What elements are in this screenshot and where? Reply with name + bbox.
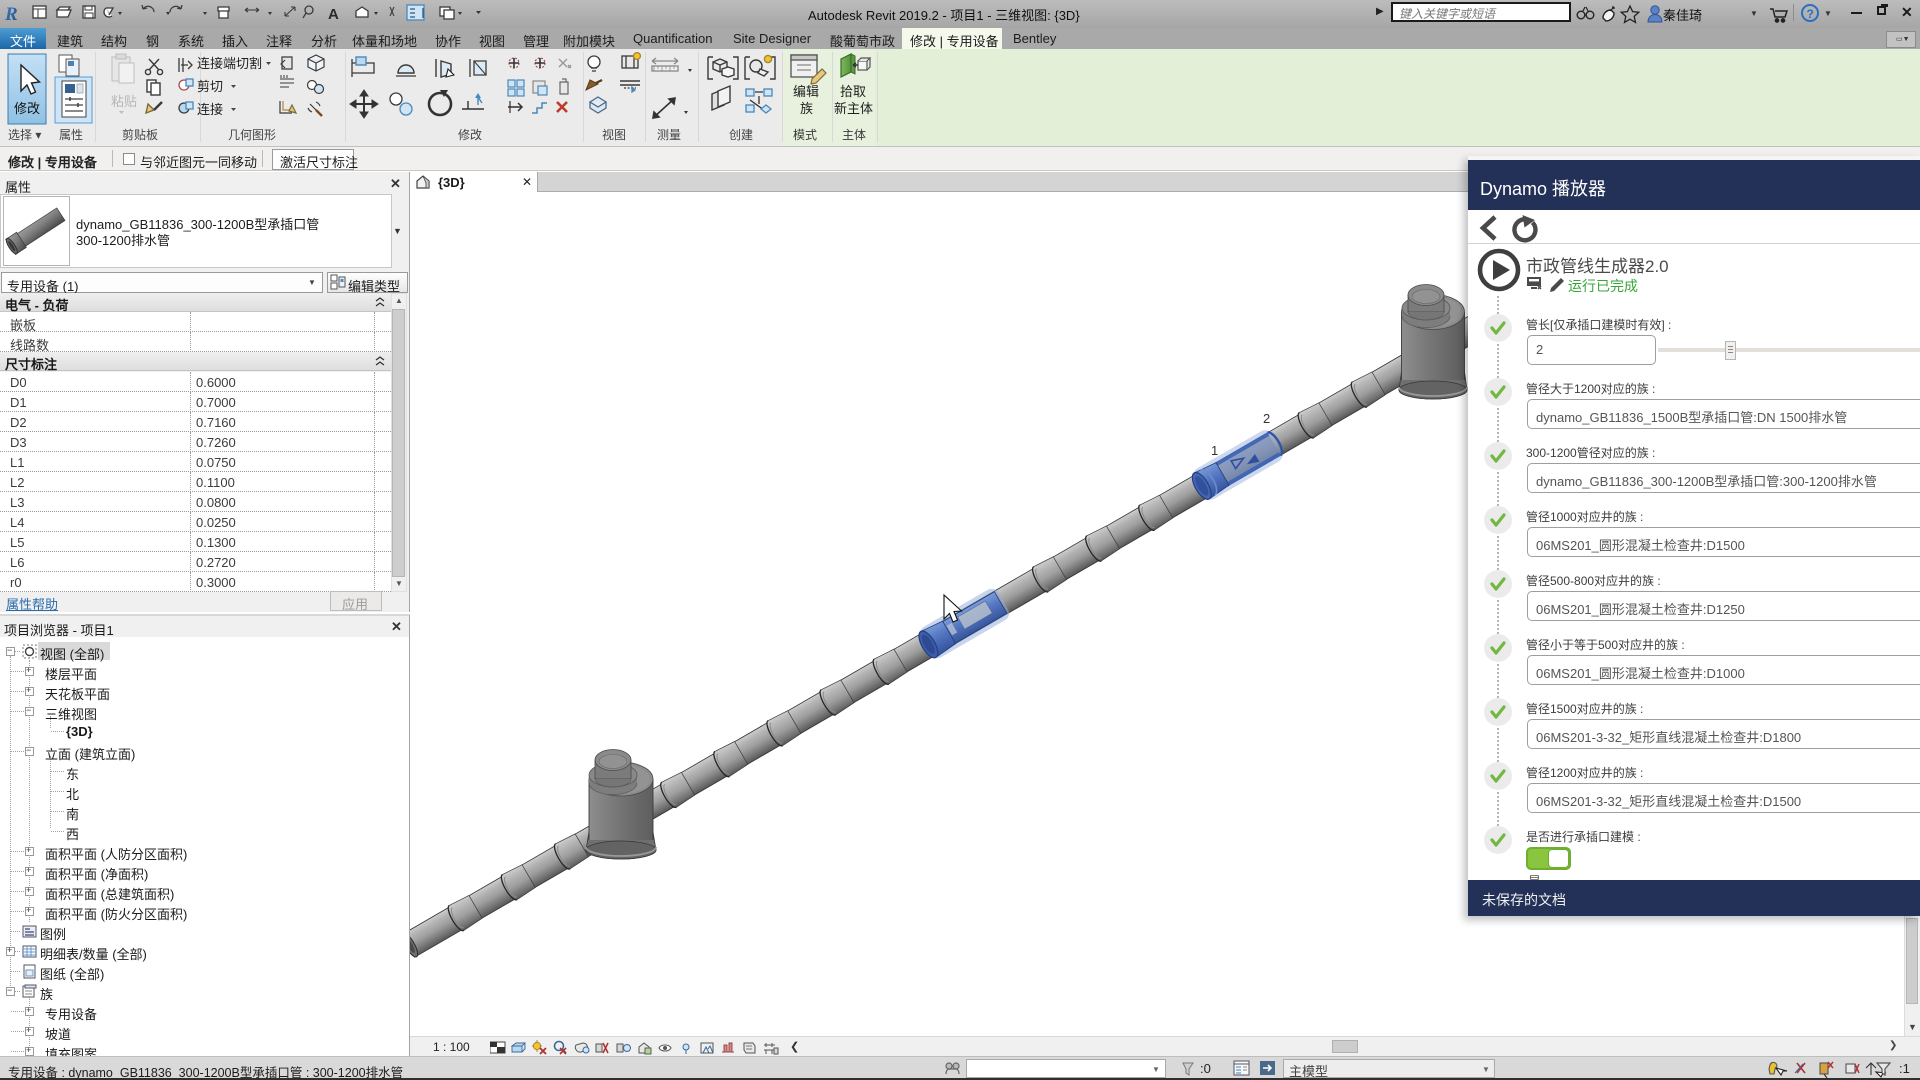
svg-text:剪切: 剪切 (197, 79, 223, 94)
svg-text:R: R (4, 4, 18, 25)
svg-text:拾取: 拾取 (840, 84, 866, 99)
svg-text:连接端切割: 连接端切割 (197, 56, 262, 71)
svg-text:2: 2 (1263, 411, 1270, 426)
svg-text:新主体: 新主体 (834, 101, 873, 116)
svg-text:编辑: 编辑 (793, 84, 819, 99)
svg-text:族: 族 (800, 101, 813, 116)
svg-text:连接: 连接 (197, 102, 223, 117)
svg-text:粘贴: 粘贴 (111, 94, 137, 109)
svg-text:修改: 修改 (14, 101, 40, 116)
svg-text:1: 1 (1211, 443, 1218, 458)
svg-text:A: A (328, 6, 339, 23)
svg-text:?: ? (1807, 7, 1814, 21)
